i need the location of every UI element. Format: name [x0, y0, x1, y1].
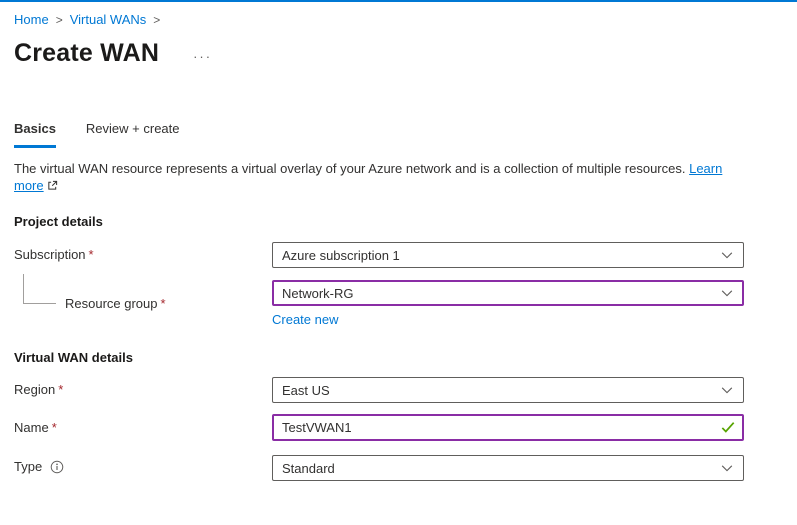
create-wan-page: Home > Virtual WANs > Create WAN ··· Basics…: [0, 12, 797, 481]
description-text: The virtual WAN resource represents a vi…: [14, 161, 689, 176]
external-link-icon: [47, 178, 58, 195]
info-icon[interactable]: [50, 460, 64, 478]
field-row-type: Type Standard: [14, 455, 783, 481]
chevron-down-icon: [720, 286, 734, 300]
more-commands-button[interactable]: ···: [193, 52, 212, 62]
subscription-dropdown[interactable]: Azure subscription 1: [272, 242, 744, 268]
subscription-value: Azure subscription 1: [282, 248, 400, 263]
section-virtual-wan-details: Virtual WAN details: [14, 350, 783, 366]
chevron-down-icon: [720, 248, 734, 262]
type-value: Standard: [282, 461, 335, 476]
name-label: Name*: [14, 420, 272, 436]
resource-group-label: Resource group*: [14, 296, 272, 312]
tab-basics[interactable]: Basics: [14, 121, 56, 148]
region-dropdown[interactable]: East US: [272, 377, 744, 403]
tree-connector-line: [23, 274, 56, 304]
chevron-down-icon: [720, 383, 734, 397]
type-label: Type: [14, 459, 272, 478]
breadcrumb-separator-icon: >: [153, 13, 160, 27]
region-label: Region*: [14, 382, 272, 398]
tab-review-create[interactable]: Review + create: [86, 121, 180, 148]
page-title: Create WAN: [14, 39, 159, 67]
resource-group-value: Network-RG: [282, 286, 354, 301]
chevron-down-icon: [720, 461, 734, 475]
valid-check-icon: [721, 421, 735, 437]
resource-group-dropdown[interactable]: Network-RG: [272, 280, 744, 306]
title-row: Create WAN ···: [14, 39, 783, 67]
breadcrumb: Home > Virtual WANs >: [14, 12, 783, 28]
subscription-label: Subscription*: [14, 247, 272, 263]
required-marker: *: [89, 247, 94, 262]
breadcrumb-home-link[interactable]: Home: [14, 12, 49, 27]
tab-bar: Basics Review + create: [14, 121, 783, 148]
page-description: The virtual WAN resource represents a vi…: [14, 160, 740, 195]
field-row-region: Region* East US: [14, 377, 783, 403]
name-input[interactable]: [272, 414, 744, 441]
breadcrumb-separator-icon: >: [56, 13, 63, 27]
section-project-details: Project details: [14, 214, 783, 230]
field-row-subscription: Subscription* Azure subscription 1: [14, 242, 783, 268]
field-row-name: Name*: [14, 414, 783, 441]
breadcrumb-virtual-wans-link[interactable]: Virtual WANs: [70, 12, 147, 27]
region-value: East US: [282, 383, 330, 398]
field-row-resource-group: Resource group* Network-RG Create new: [14, 280, 783, 328]
type-dropdown[interactable]: Standard: [272, 455, 744, 481]
top-accent-bar: [0, 0, 797, 2]
required-marker: *: [161, 296, 166, 311]
required-marker: *: [52, 420, 57, 435]
create-new-link[interactable]: Create new: [272, 312, 338, 328]
required-marker: *: [58, 382, 63, 397]
